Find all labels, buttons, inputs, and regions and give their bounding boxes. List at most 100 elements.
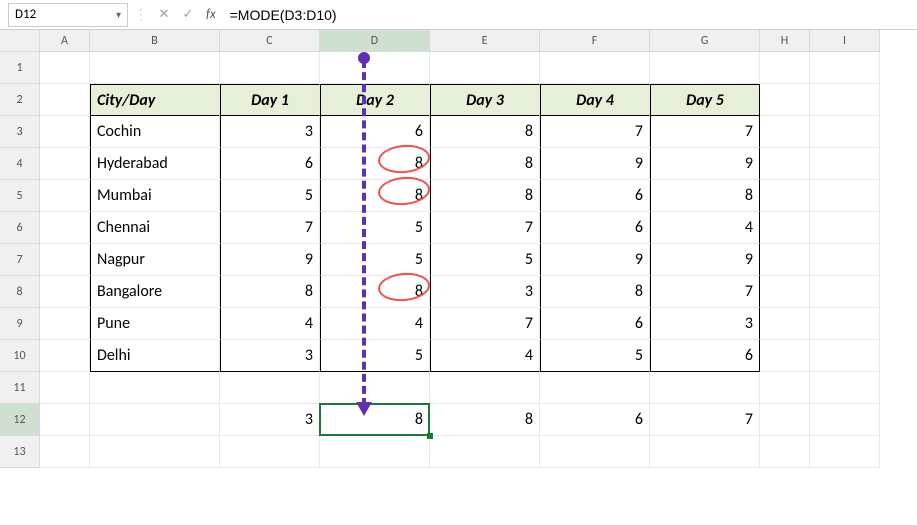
- cell-I8[interactable]: [810, 276, 880, 308]
- col-header-F[interactable]: F: [540, 30, 650, 52]
- name-box[interactable]: D12 ▾: [8, 3, 128, 27]
- cell-E9[interactable]: 7: [430, 308, 540, 340]
- cell-I4[interactable]: [810, 148, 880, 180]
- cell-F8[interactable]: 8: [540, 276, 650, 308]
- cell-F3[interactable]: 7: [540, 116, 650, 148]
- cell-C11[interactable]: [220, 372, 320, 404]
- cell-F12[interactable]: 6: [540, 404, 650, 436]
- cell-C13[interactable]: [220, 436, 320, 468]
- cell-A7[interactable]: [40, 244, 90, 276]
- cell-D9[interactable]: 4: [320, 308, 430, 340]
- cell-D8[interactable]: 8: [320, 276, 430, 308]
- cell-H8[interactable]: [760, 276, 810, 308]
- fx-icon[interactable]: fx: [202, 7, 220, 22]
- cell-G12[interactable]: 7: [650, 404, 760, 436]
- row-header-4[interactable]: 4: [0, 148, 40, 180]
- cell-F2[interactable]: Day 4: [540, 84, 650, 116]
- row-header-2[interactable]: 2: [0, 84, 40, 116]
- cell-G11[interactable]: [650, 372, 760, 404]
- cell-A6[interactable]: [40, 212, 90, 244]
- cell-I10[interactable]: [810, 340, 880, 372]
- cell-B7[interactable]: Nagpur: [90, 244, 220, 276]
- cell-C9[interactable]: 4: [220, 308, 320, 340]
- cell-G2[interactable]: Day 5: [650, 84, 760, 116]
- cell-I5[interactable]: [810, 180, 880, 212]
- cell-B12[interactable]: [90, 404, 220, 436]
- cell-A3[interactable]: [40, 116, 90, 148]
- cell-F11[interactable]: [540, 372, 650, 404]
- cell-D2[interactable]: Day 2: [320, 84, 430, 116]
- row-header-10[interactable]: 10: [0, 340, 40, 372]
- cell-A12[interactable]: [40, 404, 90, 436]
- cell-I6[interactable]: [810, 212, 880, 244]
- cell-I7[interactable]: [810, 244, 880, 276]
- cell-E8[interactable]: 3: [430, 276, 540, 308]
- accept-icon[interactable]: ✓: [178, 5, 198, 25]
- row-header-8[interactable]: 8: [0, 276, 40, 308]
- formula-input[interactable]: [224, 3, 909, 27]
- row-header-5[interactable]: 5: [0, 180, 40, 212]
- cell-E10[interactable]: 4: [430, 340, 540, 372]
- cell-G3[interactable]: 7: [650, 116, 760, 148]
- cell-E2[interactable]: Day 3: [430, 84, 540, 116]
- cell-E5[interactable]: 8: [430, 180, 540, 212]
- cell-A10[interactable]: [40, 340, 90, 372]
- cell-D12[interactable]: 8: [320, 404, 430, 436]
- col-header-E[interactable]: E: [430, 30, 540, 52]
- cell-I13[interactable]: [810, 436, 880, 468]
- cell-A8[interactable]: [40, 276, 90, 308]
- cell-F10[interactable]: 5: [540, 340, 650, 372]
- cell-C7[interactable]: 9: [220, 244, 320, 276]
- cell-C10[interactable]: 3: [220, 340, 320, 372]
- cell-D10[interactable]: 5: [320, 340, 430, 372]
- col-header-A[interactable]: A: [40, 30, 90, 52]
- cell-D4[interactable]: 8: [320, 148, 430, 180]
- cell-I11[interactable]: [810, 372, 880, 404]
- cell-C12[interactable]: 3: [220, 404, 320, 436]
- cell-H10[interactable]: [760, 340, 810, 372]
- cell-H4[interactable]: [760, 148, 810, 180]
- cell-E11[interactable]: [430, 372, 540, 404]
- cell-B9[interactable]: Pune: [90, 308, 220, 340]
- cell-E12[interactable]: 8: [430, 404, 540, 436]
- col-header-H[interactable]: H: [760, 30, 810, 52]
- cell-G6[interactable]: 4: [650, 212, 760, 244]
- cell-F1[interactable]: [540, 52, 650, 84]
- select-all-corner[interactable]: [0, 30, 40, 52]
- cell-H5[interactable]: [760, 180, 810, 212]
- cell-F13[interactable]: [540, 436, 650, 468]
- row-header-6[interactable]: 6: [0, 212, 40, 244]
- cell-A4[interactable]: [40, 148, 90, 180]
- cell-B2[interactable]: City/Day: [90, 84, 220, 116]
- col-header-C[interactable]: C: [220, 30, 320, 52]
- cell-G5[interactable]: 8: [650, 180, 760, 212]
- cell-B3[interactable]: Cochin: [90, 116, 220, 148]
- cell-B1[interactable]: [90, 52, 220, 84]
- cell-G10[interactable]: 6: [650, 340, 760, 372]
- cell-D7[interactable]: 5: [320, 244, 430, 276]
- row-header-13[interactable]: 13: [0, 436, 40, 468]
- cell-C1[interactable]: [220, 52, 320, 84]
- cell-A9[interactable]: [40, 308, 90, 340]
- cell-A1[interactable]: [40, 52, 90, 84]
- cancel-icon[interactable]: ✕: [154, 5, 174, 25]
- cell-F5[interactable]: 6: [540, 180, 650, 212]
- cell-H1[interactable]: [760, 52, 810, 84]
- cell-I1[interactable]: [810, 52, 880, 84]
- cell-D5[interactable]: 8: [320, 180, 430, 212]
- cell-A11[interactable]: [40, 372, 90, 404]
- row-header-11[interactable]: 11: [0, 372, 40, 404]
- cell-A5[interactable]: [40, 180, 90, 212]
- cell-E7[interactable]: 5: [430, 244, 540, 276]
- cell-G13[interactable]: [650, 436, 760, 468]
- cell-G9[interactable]: 3: [650, 308, 760, 340]
- row-header-12[interactable]: 12: [0, 404, 40, 436]
- cell-B11[interactable]: [90, 372, 220, 404]
- col-header-I[interactable]: I: [810, 30, 880, 52]
- cell-H7[interactable]: [760, 244, 810, 276]
- chevron-down-icon[interactable]: ▾: [116, 8, 121, 21]
- cell-H2[interactable]: [760, 84, 810, 116]
- cell-H11[interactable]: [760, 372, 810, 404]
- cell-A13[interactable]: [40, 436, 90, 468]
- cell-I12[interactable]: [810, 404, 880, 436]
